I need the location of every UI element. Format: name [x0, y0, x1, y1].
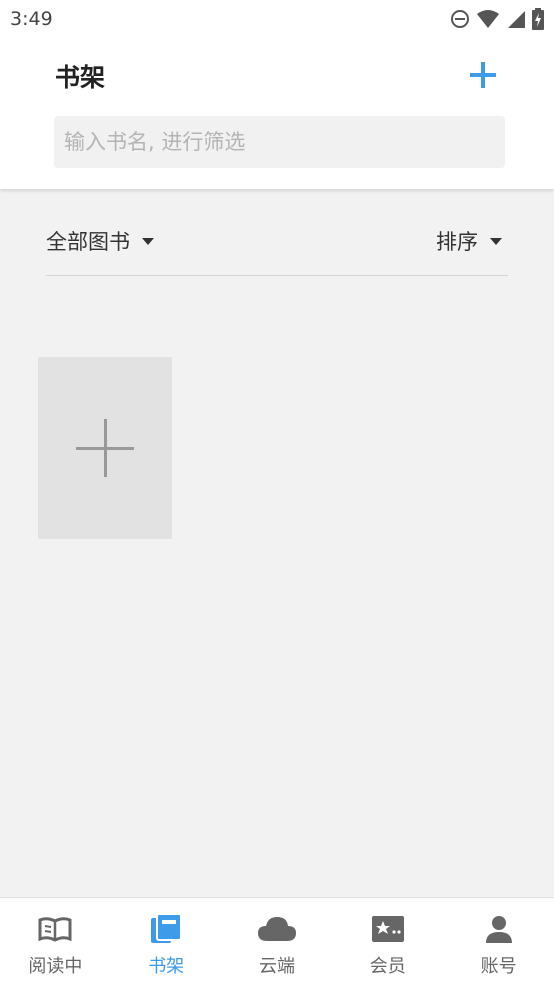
cellular-signal-icon [508, 11, 525, 28]
nav-item-member[interactable]: 会员 [332, 898, 443, 985]
plus-icon [470, 62, 496, 88]
person-icon [485, 916, 512, 943]
nav-label: 书架 [148, 956, 185, 977]
do-not-disturb-icon [451, 10, 469, 28]
cloud-icon [257, 917, 296, 941]
add-book-tile[interactable] [38, 357, 172, 539]
caret-down-icon [142, 237, 154, 245]
category-dropdown-label: 全部图书 [46, 230, 130, 254]
nav-item-cloud[interactable]: 云端 [222, 898, 333, 985]
battery-charging-icon [532, 8, 544, 30]
page-title: 书架 [55, 63, 106, 92]
sort-dropdown-label: 排序 [436, 230, 478, 254]
filter-bar: 全部图书 排序 [46, 220, 508, 276]
nav-label: 会员 [369, 956, 406, 977]
category-dropdown[interactable]: 全部图书 [46, 226, 154, 256]
add-button[interactable] [466, 58, 500, 92]
status-bar: 3:49 [0, 0, 554, 38]
bookshelf-icon [151, 913, 183, 943]
header: 书架 [0, 38, 554, 189]
wifi-icon [477, 10, 499, 28]
caret-down-icon [490, 237, 502, 245]
nav-item-account[interactable]: 账号 [443, 898, 554, 985]
nav-label: 阅读中 [28, 956, 83, 977]
nav-item-reading[interactable]: 阅读中 [0, 898, 111, 985]
nav-label: 账号 [480, 956, 517, 977]
plus-icon [76, 419, 134, 477]
nav-label: 云端 [258, 956, 295, 977]
bottom-nav: 阅读中 书架 云端 会员 账号 [0, 897, 554, 985]
member-card-icon [371, 916, 404, 942]
nav-item-bookshelf[interactable]: 书架 [111, 898, 222, 985]
status-time: 3:49 [10, 8, 53, 30]
status-icons [450, 8, 544, 30]
search-input[interactable] [54, 116, 505, 168]
open-book-icon [38, 917, 72, 942]
sort-dropdown[interactable]: 排序 [436, 226, 502, 256]
